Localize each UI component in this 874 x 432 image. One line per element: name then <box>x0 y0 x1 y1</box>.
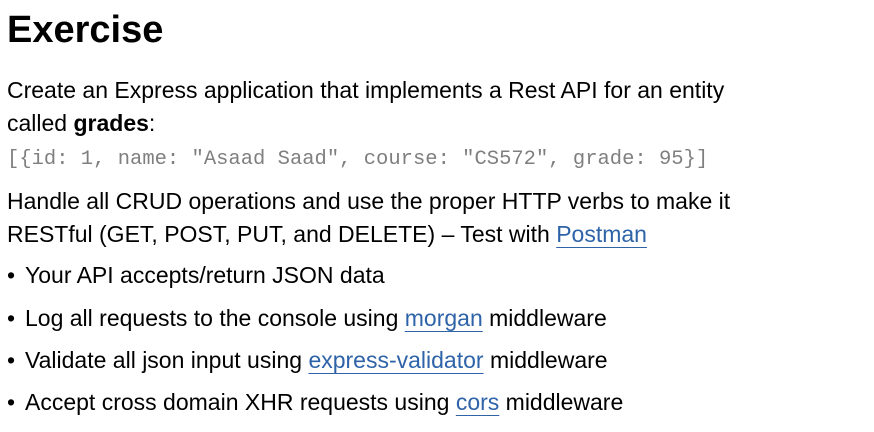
bullet-text-prefix: Accept cross domain XHR requests using <box>25 389 456 415</box>
intro-text-2-prefix: called <box>7 110 74 136</box>
bullet-item-json: • Your API accepts/return JSON data <box>7 259 385 292</box>
bullet-icon: • <box>7 389 16 415</box>
intro-line-1: Create an Express application that imple… <box>7 74 724 107</box>
bullet-text-prefix: Log all requests to the console using <box>25 305 405 331</box>
bullet-icon: • <box>7 305 16 331</box>
slide-title: Exercise <box>7 9 164 51</box>
intro-text-1: Create an Express application that imple… <box>7 77 725 103</box>
postman-link[interactable]: Postman <box>556 221 647 247</box>
bullet-text-prefix: Validate all json input using <box>25 347 309 373</box>
bullet-text-suffix: middleware <box>483 347 608 373</box>
morgan-link[interactable]: morgan <box>405 305 483 331</box>
bullet-text-suffix: middleware <box>482 305 607 331</box>
cors-link[interactable]: cors <box>456 389 499 415</box>
code-sample: [{id: 1, name: "Asaad Saad", course: "CS… <box>7 148 709 171</box>
intro-line-2: called grades: <box>7 107 155 140</box>
crud-text-1: Handle all CRUD operations and use the p… <box>7 188 731 214</box>
crud-line-2: RESTful (GET, POST, PUT, and DELETE) – T… <box>7 218 647 251</box>
intro-text-2-suffix: : <box>148 110 156 136</box>
bullet-text: Your API accepts/return JSON data <box>25 262 385 288</box>
bullet-text-suffix: middleware <box>499 389 624 415</box>
express-validator-link[interactable]: express-validator <box>308 347 483 373</box>
crud-line-1: Handle all CRUD operations and use the p… <box>7 185 730 218</box>
crud-text-2-prefix: RESTful (GET, POST, PUT, and DELETE) – T… <box>7 221 557 247</box>
bullet-item-validator: • Validate all json input using express-v… <box>7 344 608 377</box>
slide: Exercise Create an Express application t… <box>0 0 874 432</box>
bullet-icon: • <box>7 347 16 373</box>
bullet-item-morgan: • Log all requests to the console using m… <box>7 302 607 335</box>
bullet-item-cors: • Accept cross domain XHR requests using … <box>7 386 623 419</box>
bullet-icon: • <box>7 262 16 288</box>
entity-name: grades <box>73 110 149 136</box>
